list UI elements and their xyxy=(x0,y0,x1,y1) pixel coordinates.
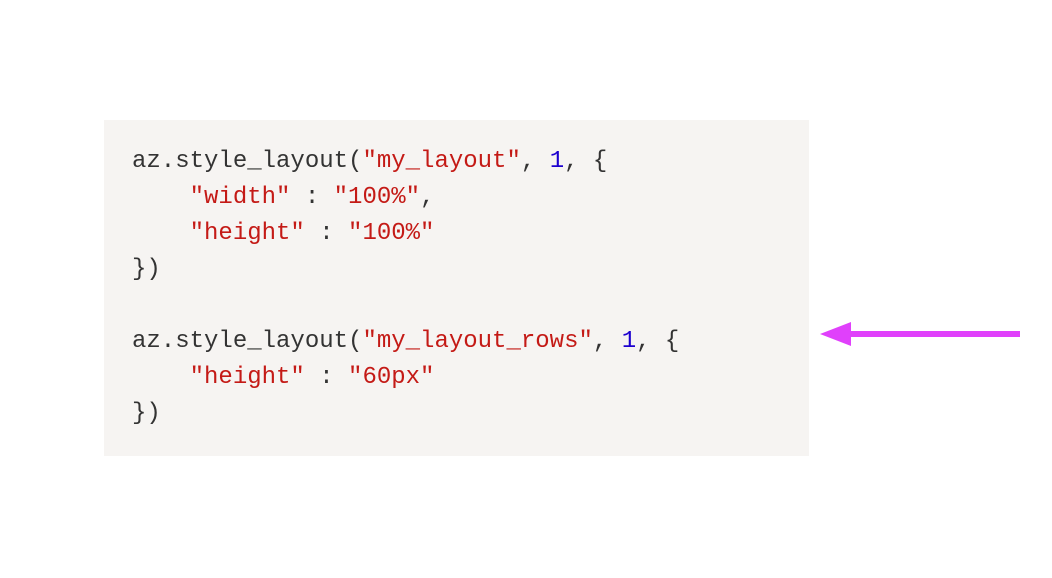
code-line-6: "height" : "60px" xyxy=(132,360,781,396)
sep: , xyxy=(521,148,550,175)
string-arg: "my_layout" xyxy=(362,148,520,175)
prop-key: "height" xyxy=(190,364,305,391)
prop-sep: : xyxy=(290,184,333,211)
prop-val: "100%" xyxy=(348,220,434,247)
indent xyxy=(132,364,190,391)
stage: az.style_layout("my_layout", 1, { "width… xyxy=(0,0,1052,578)
code-blank-line xyxy=(132,288,781,324)
number-arg: 1 xyxy=(622,328,636,355)
sep: , { xyxy=(636,328,679,355)
indent xyxy=(132,220,190,247)
close: }) xyxy=(132,400,161,427)
arrow-left-icon xyxy=(815,304,1025,364)
prop-val: "60px" xyxy=(348,364,434,391)
prop-key: "width" xyxy=(190,184,291,211)
prop-key: "height" xyxy=(190,220,305,247)
number-arg: 1 xyxy=(550,148,564,175)
indent xyxy=(132,184,190,211)
code-block: az.style_layout("my_layout", 1, { "width… xyxy=(104,120,809,456)
prop-val: "100%" xyxy=(334,184,420,211)
sep: , xyxy=(593,328,622,355)
code-line-7: }) xyxy=(132,396,781,432)
string-arg: "my_layout_rows" xyxy=(362,328,592,355)
prop-sep: : xyxy=(305,364,348,391)
code-line-5: az.style_layout("my_layout_rows", 1, { xyxy=(132,324,781,360)
code-line-4: }) xyxy=(132,252,781,288)
sep: , { xyxy=(564,148,607,175)
prop-sep: : xyxy=(305,220,348,247)
fn-call-prefix: az.style_layout( xyxy=(132,328,362,355)
fn-call-prefix: az.style_layout( xyxy=(132,148,362,175)
prop-tail: , xyxy=(420,184,434,211)
close: }) xyxy=(132,256,161,283)
code-line-1: az.style_layout("my_layout", 1, { xyxy=(132,144,781,180)
code-line-2: "width" : "100%", xyxy=(132,180,781,216)
code-line-3: "height" : "100%" xyxy=(132,216,781,252)
